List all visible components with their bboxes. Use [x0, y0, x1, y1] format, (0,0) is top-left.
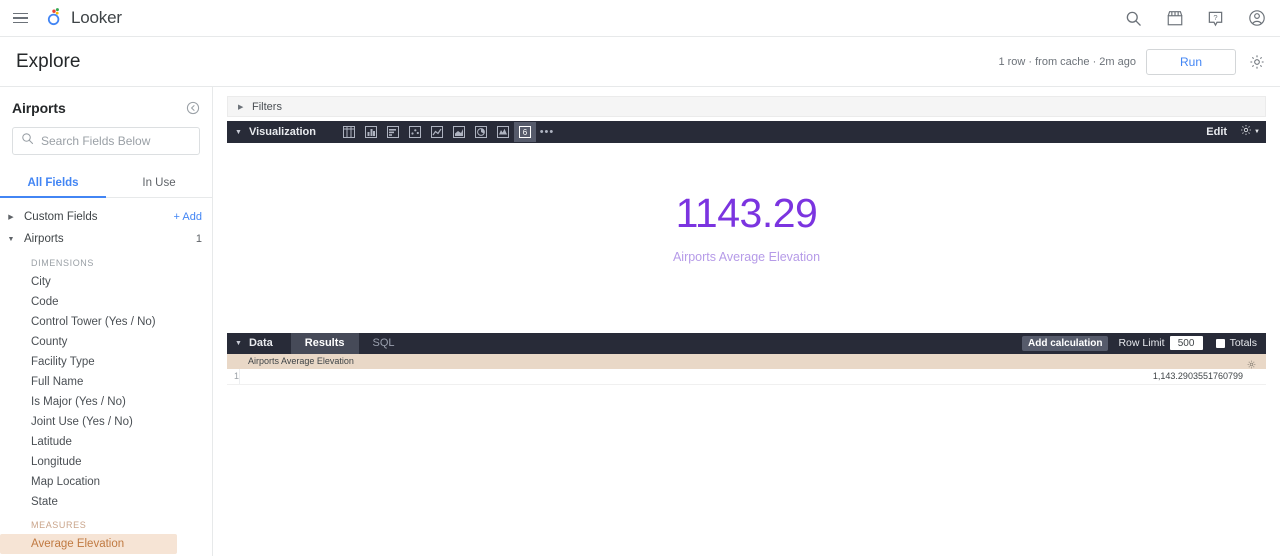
top-navigation-bar: Looker ? — [0, 0, 1280, 37]
field-full-name[interactable]: Full Name — [0, 372, 212, 392]
hamburger-icon[interactable] — [9, 7, 31, 29]
looker-logo-icon — [44, 5, 64, 32]
visualization-canvas: 1143.29 Airports Average Elevation — [227, 143, 1266, 333]
search-icon[interactable] — [1124, 9, 1143, 28]
group-airports-count: 1 — [195, 233, 202, 245]
map-chart-icon[interactable] — [492, 122, 514, 142]
gear-icon[interactable] — [1248, 53, 1266, 71]
totals-checkbox[interactable] — [1215, 338, 1225, 348]
group-custom-fields[interactable]: ▶ Custom Fields + Add — [0, 206, 212, 228]
visualization-label: Visualization — [248, 126, 316, 138]
field-code[interactable]: Code — [0, 292, 212, 312]
scatter-chart-icon[interactable] — [404, 122, 426, 142]
chevron-right-icon: ▶ — [8, 213, 14, 221]
search-icon — [21, 132, 34, 150]
gear-icon — [1240, 123, 1252, 141]
area-chart-icon[interactable] — [448, 122, 470, 142]
sidebar-tabs: All Fields In Use — [0, 171, 212, 198]
group-custom-fields-label: Custom Fields — [24, 211, 98, 223]
bar-chart-icon[interactable] — [382, 122, 404, 142]
page-title: Explore — [16, 50, 81, 72]
looker-brand[interactable]: Looker — [44, 5, 122, 32]
edit-visualization-button[interactable]: Edit — [1206, 126, 1227, 138]
field-state[interactable]: State — [0, 492, 212, 512]
chart-type-group: 6 ••• — [338, 122, 558, 142]
row-number: 1 — [233, 371, 239, 381]
tab-results[interactable]: Results — [290, 332, 359, 354]
marketplace-icon[interactable] — [1165, 9, 1184, 28]
query-status-text: 1 row · from cache · 2m ago — [998, 55, 1136, 68]
field-joint-use[interactable]: Joint Use (Yes / No) — [0, 412, 212, 432]
explore-body: Airports All Fields In Use ▶ Cus — [0, 87, 1280, 556]
svg-text:6: 6 — [523, 128, 528, 137]
field-longitude[interactable]: Longitude — [0, 452, 212, 472]
page-header: Explore 1 row · from cache · 2m ago Run — [0, 37, 1280, 87]
column-chart-icon[interactable] — [360, 122, 382, 142]
table-row[interactable]: 1 1,143.2903551760799 — [227, 368, 1266, 385]
run-button[interactable]: Run — [1146, 48, 1236, 75]
data-toolbar: ▼ Data Results SQL Add calculation Row L… — [227, 332, 1266, 354]
chevron-down-icon: ▼ — [7, 235, 15, 243]
cell-airports-average-elevation[interactable]: 1,143.2903551760799 — [239, 368, 1266, 384]
sidebar-title: Airports — [12, 100, 66, 116]
totals-toggle[interactable]: Totals — [1215, 337, 1257, 349]
visualization-toolbar: ▼ Visualization 6 ••• Edit ▼ — [227, 121, 1266, 143]
search-fields-box[interactable] — [12, 127, 200, 155]
group-airports-label: Airports — [24, 233, 64, 245]
field-list: ▶ Custom Fields + Add ▼ Airports 1 DIMEN… — [0, 198, 212, 556]
measures-section-label: MEASURES — [31, 520, 87, 530]
line-chart-icon[interactable] — [426, 122, 448, 142]
row-limit-label: Row Limit — [1118, 337, 1165, 349]
tab-sql[interactable]: SQL — [359, 333, 409, 354]
field-city[interactable]: City — [0, 272, 212, 292]
dimensions-section-label: DIMENSIONS — [31, 258, 95, 268]
tab-in-use[interactable]: In Use — [106, 171, 212, 198]
pie-chart-icon[interactable] — [470, 122, 492, 142]
chevron-down-icon[interactable]: ▼ — [235, 340, 242, 347]
brand-name: Looker — [71, 8, 122, 27]
field-is-major[interactable]: Is Major (Yes / No) — [0, 392, 212, 412]
field-facility-type[interactable]: Facility Type — [0, 352, 212, 372]
chevron-right-icon: ▶ — [238, 103, 244, 111]
results-table: Airports Average Elevation 1 1,143.29035… — [227, 353, 1266, 385]
topnav-icon-group: ? — [1124, 9, 1266, 28]
sidebar-header: Airports — [0, 87, 212, 116]
single-value-label: Airports Average Elevation — [672, 250, 821, 265]
filters-section[interactable]: ▶ Filters — [227, 96, 1266, 117]
field-average-elevation[interactable]: Average Elevation — [0, 534, 177, 554]
gear-icon[interactable] — [1247, 356, 1256, 374]
search-fields-input[interactable] — [41, 134, 196, 148]
data-label: Data — [248, 337, 273, 349]
row-limit-input[interactable] — [1169, 336, 1203, 350]
field-control-tower[interactable]: Control Tower (Yes / No) — [0, 312, 212, 332]
results-header-row: Airports Average Elevation — [227, 353, 1266, 369]
field-map-location[interactable]: Map Location — [0, 472, 212, 492]
field-latitude[interactable]: Latitude — [0, 432, 212, 452]
visualization-settings-button[interactable]: ▼ — [1240, 123, 1260, 141]
tab-all-fields[interactable]: All Fields — [0, 171, 106, 198]
totals-label: Totals — [1229, 337, 1257, 349]
results-empty-area — [227, 384, 1266, 556]
help-icon[interactable]: ? — [1206, 9, 1225, 28]
chart-type-overflow-button[interactable]: ••• — [536, 122, 558, 142]
field-sidebar: Airports All Fields In Use ▶ Cus — [0, 87, 213, 556]
collapse-left-icon[interactable] — [186, 101, 200, 115]
field-county[interactable]: County — [0, 332, 212, 352]
group-airports[interactable]: ▼ Airports 1 — [0, 228, 212, 250]
add-calculation-button[interactable]: Add calculation — [1022, 335, 1109, 351]
filters-label: Filters — [252, 100, 282, 113]
table-chart-icon[interactable] — [338, 122, 360, 142]
svg-text:?: ? — [1213, 13, 1217, 22]
chevron-down-icon[interactable]: ▼ — [235, 129, 242, 136]
single-value-number: 1143.29 — [675, 190, 818, 237]
column-header-airports-average-elevation[interactable]: Airports Average Elevation — [239, 356, 1266, 366]
explore-main: ▶ Filters ▼ Visualization 6 ••• Edit ▼ 1… — [213, 87, 1280, 556]
account-icon[interactable] — [1247, 9, 1266, 28]
single-value-chart-icon[interactable]: 6 — [513, 122, 536, 142]
add-custom-field-button[interactable]: + Add — [174, 211, 202, 223]
chevron-down-icon: ▼ — [1254, 129, 1260, 135]
